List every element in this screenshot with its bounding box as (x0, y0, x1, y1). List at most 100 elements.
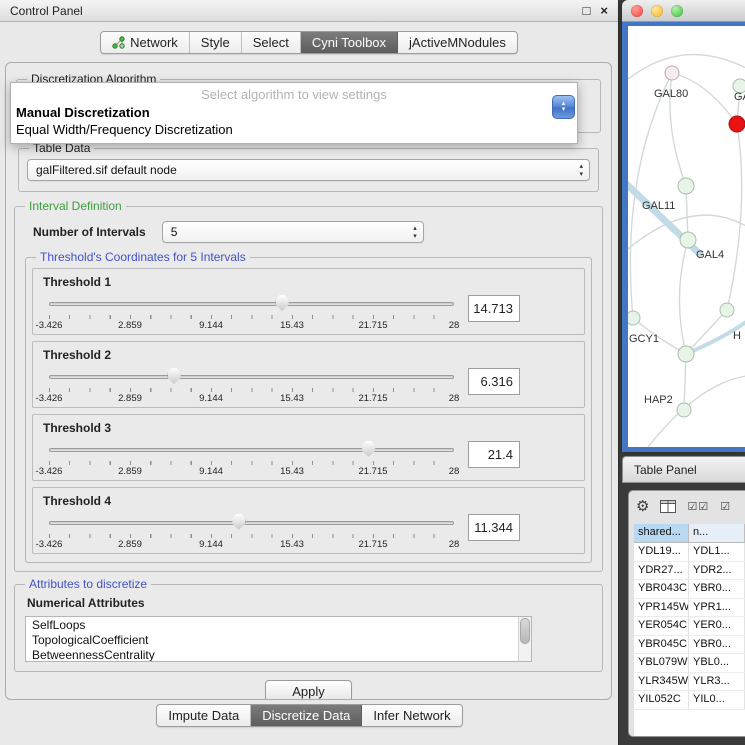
threshold-slider-3[interactable]: -3.4262.8599.14415.4321.71528 (49, 439, 454, 478)
tab-network[interactable]: Network (101, 32, 190, 53)
numerical-attributes-label: Numerical Attributes (27, 596, 592, 610)
table-data-group: Table Data galFiltered.sif default node … (18, 148, 599, 192)
slider-track[interactable] (49, 448, 454, 452)
node-gal80[interactable] (665, 66, 679, 80)
popup-item-manual-discretization[interactable]: Manual Discretization (11, 104, 577, 121)
node[interactable] (678, 346, 694, 362)
slider-thumb[interactable] (168, 368, 181, 384)
edge (686, 310, 727, 354)
list-item[interactable]: SelfLoops (26, 617, 531, 632)
node-label-partial: GA (734, 91, 745, 103)
network-view-window: GAL80 GA GAL11 GAL4 GCY1 H HAP2 (622, 0, 745, 452)
checkbox-icon[interactable]: ☑ (720, 500, 731, 513)
selected-red-node[interactable] (729, 116, 745, 132)
gear-icon[interactable]: ⚙ (636, 497, 649, 515)
table-panel-title: Table Panel (634, 463, 697, 477)
group-title: Interval Definition (25, 199, 126, 213)
columns-icon[interactable] (660, 500, 676, 513)
table-data-combobox[interactable]: galFiltered.sif default node ▴▾ (27, 159, 590, 181)
slider-track[interactable] (49, 302, 454, 306)
tab-cyni-toolbox[interactable]: Cyni Toolbox (301, 32, 398, 53)
float-window-icon[interactable]: □ (583, 4, 591, 17)
network-canvas[interactable]: GAL80 GA GAL11 GAL4 GCY1 H HAP2 (628, 26, 745, 447)
edge (648, 376, 745, 447)
minimize-traffic-light-icon[interactable] (651, 5, 663, 17)
window-title: Control Panel (10, 4, 573, 18)
threshold-value-field-4[interactable]: 11.344 (468, 514, 520, 541)
tab-jactivemodules[interactable]: jActiveMNodules (398, 32, 517, 53)
node-label-gal4: GAL4 (696, 249, 724, 261)
table-row[interactable]: YIL052CYIL0... (634, 691, 745, 710)
slider-tick-labels: -3.4262.8599.14415.4321.71528 (49, 539, 454, 550)
slider-ticks (49, 534, 454, 538)
list-item[interactable]: TopologicalCoefficient (26, 632, 531, 647)
tab-select[interactable]: Select (242, 32, 301, 53)
node-label-hap2: HAP2 (644, 394, 673, 406)
node-label-partial: H (733, 330, 741, 342)
zoom-traffic-light-icon[interactable] (671, 5, 683, 17)
column-header-name[interactable]: n... (689, 524, 745, 542)
group-title: Threshold's Coordinates for 5 Intervals (36, 250, 250, 264)
slider-tick-labels: -3.4262.8599.14415.4321.71528 (49, 466, 454, 477)
threshold-panel-3: Threshold 3 -3.4262.8599.14415.4321.7152… (32, 414, 585, 481)
slider-ticks (49, 315, 454, 319)
threshold-panel-1: Threshold 1 -3.4262.8599.14415.4321.7152… (32, 268, 585, 335)
tab-style[interactable]: Style (190, 32, 242, 53)
threshold-slider-1[interactable]: -3.4262.8599.14415.4321.71528 (49, 293, 454, 332)
threshold-slider-4[interactable]: -3.4262.8599.14415.4321.71528 (49, 512, 454, 551)
popup-item-equal-width-frequency[interactable]: Equal Width/Frequency Discretization (11, 121, 577, 138)
tab-discretize-data[interactable]: Discretize Data (251, 705, 362, 726)
node-gal11[interactable] (678, 178, 694, 194)
slider-track[interactable] (49, 521, 454, 525)
list-item[interactable]: BetweennessCentrality (26, 647, 531, 662)
node-label-gcy1: GCY1 (629, 333, 659, 345)
slider-ticks (49, 461, 454, 465)
slider-thumb[interactable] (276, 295, 289, 311)
num-intervals-combobox[interactable]: 5 ▴▾ (162, 221, 424, 243)
threshold-panel-2: Threshold 2 -3.4262.8599.14415.4321.7152… (32, 341, 585, 408)
combo-value: galFiltered.sif default node (36, 163, 177, 177)
slider-thumb[interactable] (362, 441, 375, 457)
table-row[interactable]: YBL079WYBL0... (634, 654, 745, 673)
table-row[interactable]: YDR27...YDR2... (634, 562, 745, 581)
table-row[interactable]: YBR043CYBR0... (634, 580, 745, 599)
column-header-shared[interactable]: shared... (634, 524, 689, 542)
table-toolbar: ⚙ ☑☑ ☑ (629, 491, 745, 521)
list-scrollbar[interactable] (518, 617, 531, 661)
combo-value: 5 (171, 225, 178, 239)
interval-definition-group: Interval Definition Number of Intervals … (14, 206, 603, 572)
node-hap2[interactable] (677, 403, 691, 417)
table-row[interactable]: YPR145WYPR1... (634, 599, 745, 618)
table-row[interactable]: YLR345WYLR3... (634, 673, 745, 692)
close-traffic-light-icon[interactable] (631, 5, 643, 17)
node-gcy1[interactable] (628, 311, 640, 325)
scrollbar-thumb[interactable] (520, 618, 530, 644)
bottom-tab-bar: Impute Data Discretize Data Infer Networ… (0, 704, 619, 727)
table-row[interactable]: YER054CYER0... (634, 617, 745, 636)
table-row[interactable]: YBR045CYBR0... (634, 636, 745, 655)
slider-thumb[interactable] (232, 514, 245, 530)
table-header-row: shared... n... (634, 524, 745, 543)
slider-tick-labels: -3.4262.8599.14415.4321.71528 (49, 320, 454, 331)
tab-label: Network (130, 35, 178, 50)
group-title: Attributes to discretize (25, 577, 151, 591)
table-row[interactable]: YDL19...YDL1... (634, 543, 745, 562)
threshold-slider-2[interactable]: -3.4262.8599.14415.4321.71528 (49, 366, 454, 405)
tab-impute-data[interactable]: Impute Data (157, 705, 251, 726)
close-window-icon[interactable]: × (600, 4, 608, 17)
threshold-value-field-2[interactable]: 6.316 (468, 368, 520, 395)
slider-ticks (49, 388, 454, 392)
edge (679, 240, 688, 354)
tab-infer-network[interactable]: Infer Network (362, 705, 461, 726)
slider-track[interactable] (49, 375, 454, 379)
algorithm-combo-stepper[interactable]: ▴▾ (552, 95, 575, 119)
checkbox-icons[interactable]: ☑☑ (687, 500, 709, 513)
cyni-toolbox-panel: Discretization Algorithm Table Data galF… (5, 62, 612, 700)
node[interactable] (720, 303, 734, 317)
threshold-value-field-3[interactable]: 21.4 (468, 441, 520, 468)
numerical-attributes-list[interactable]: SelfLoops TopologicalCoefficient Between… (25, 616, 532, 662)
threshold-value-field-1[interactable]: 14.713 (468, 295, 520, 322)
node-label-gal11: GAL11 (642, 200, 675, 212)
apply-button[interactable]: Apply (265, 680, 352, 700)
node-gal4[interactable] (680, 232, 696, 248)
